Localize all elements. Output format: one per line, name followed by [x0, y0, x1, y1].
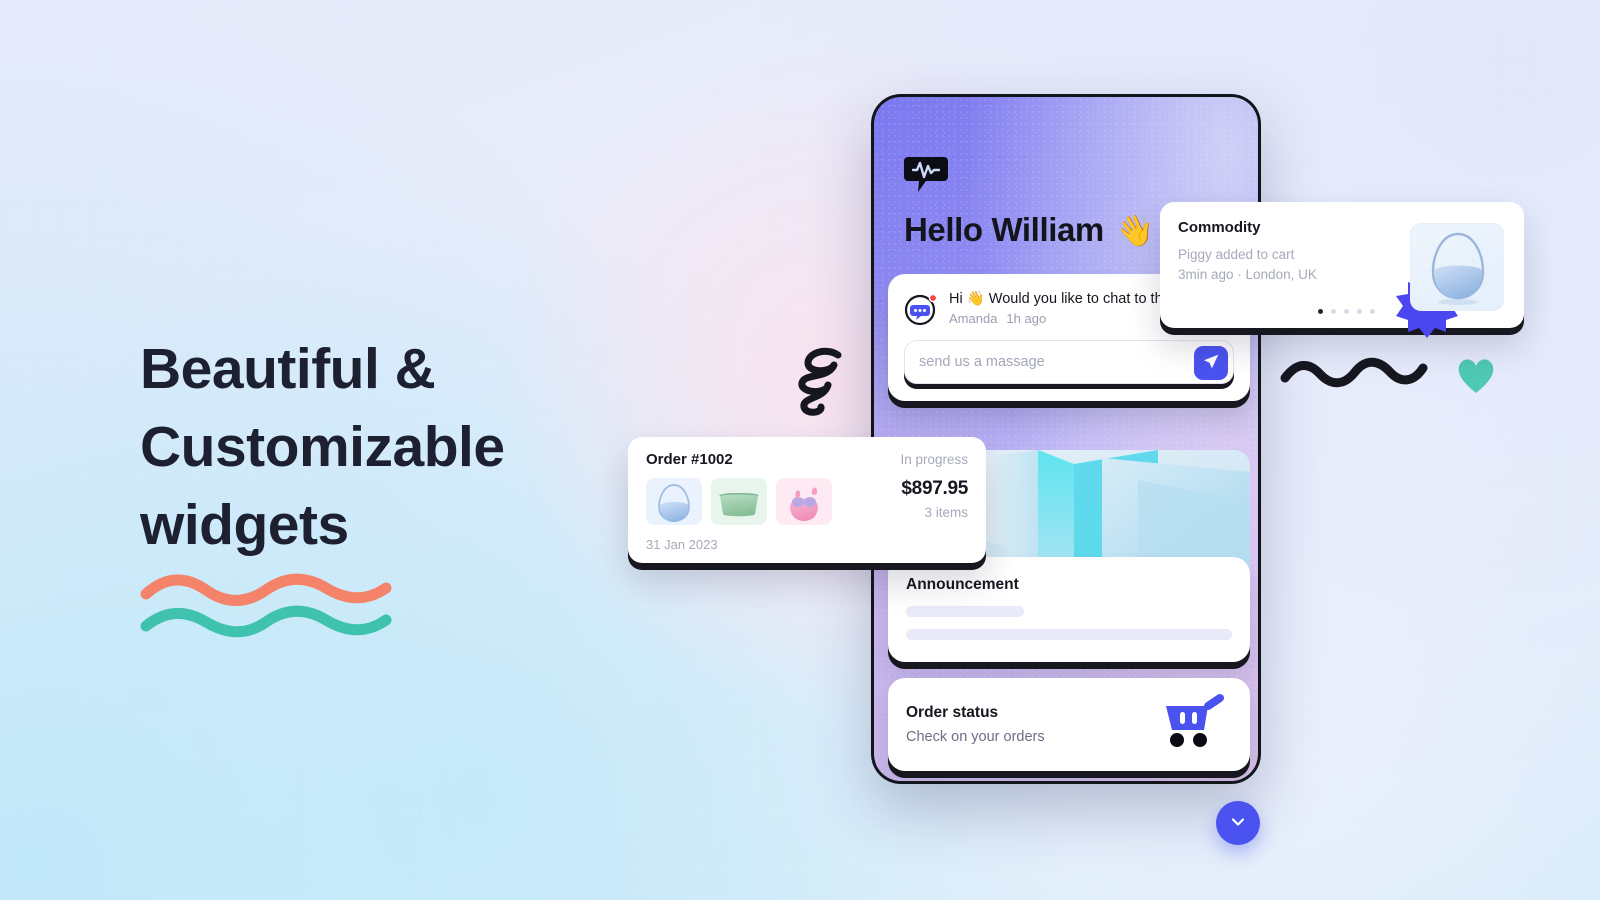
- send-paper-plane-icon: [1202, 353, 1220, 374]
- waving-hand-emoji-icon: 👋: [1115, 212, 1155, 248]
- order-item-count: 3 items: [924, 505, 968, 520]
- headline-line-2: Customizable: [140, 415, 505, 480]
- greeting-text: Hello William: [904, 211, 1104, 248]
- chat-timestamp: 1h ago: [1006, 311, 1047, 326]
- spiral-doodle-icon: [788, 341, 850, 421]
- hero-headline-block: Beautiful & Customizable widgets: [140, 330, 610, 638]
- announcement-widget-card[interactable]: Announcement: [888, 557, 1250, 662]
- headline-underline-decoration: [140, 568, 410, 638]
- pagination-dot[interactable]: [1331, 309, 1336, 314]
- heart-icon: [1455, 355, 1497, 397]
- green-belt-bag-thumbnail[interactable]: [711, 478, 767, 525]
- order-card-body: $897.95 3 items: [646, 478, 968, 525]
- chat-sender-name: Amanda: [949, 311, 998, 326]
- pagination-dot[interactable]: [1318, 309, 1323, 314]
- announcement-title: Announcement: [906, 576, 1019, 593]
- headline-line-1: Beautiful &: [140, 337, 436, 401]
- order-card-header: Order #1002 In progress: [646, 451, 968, 468]
- chat-message-input[interactable]: [905, 341, 1233, 383]
- blue-hobo-bag-thumbnail[interactable]: [646, 478, 702, 525]
- order-status-title: Order status: [906, 704, 999, 721]
- order-id-label: Order #1002: [646, 451, 733, 468]
- shopping-cart-icon: [1160, 694, 1232, 755]
- page-title: Beautiful & Customizable widgets: [140, 330, 610, 564]
- announcement-skeleton-line-1: [906, 606, 1024, 617]
- commodity-notification-card[interactable]: Commodity Piggy added to cart 3min ago ·…: [1160, 202, 1524, 338]
- order-amount-block: $897.95 3 items: [901, 478, 968, 520]
- pagination-dot[interactable]: [1344, 309, 1349, 314]
- order-status-subtitle: Check on your orders: [906, 729, 1045, 745]
- handbag-product-icon: [1410, 223, 1504, 311]
- chat-bubble-avatar-icon: [904, 292, 938, 326]
- commodity-pagination-dots[interactable]: [1318, 309, 1375, 314]
- pagination-dot[interactable]: [1357, 309, 1362, 314]
- pagination-dot[interactable]: [1370, 309, 1375, 314]
- chat-pulse-logo-icon: [904, 155, 1258, 193]
- wave-squiggle-icon: [1278, 356, 1430, 390]
- chat-toggle-fab-button[interactable]: [1216, 801, 1260, 845]
- announcement-skeleton-line-2: [906, 629, 1232, 640]
- pink-earbuds-thumbnail[interactable]: [776, 478, 832, 525]
- order-date: 31 Jan 2023: [646, 537, 718, 552]
- order-status-widget-card[interactable]: Order status Check on your orders: [888, 678, 1250, 771]
- order-status-text-block: Order status Check on your orders: [906, 704, 1045, 745]
- order-summary-card[interactable]: Order #1002 In progress $897.95 3 items …: [628, 437, 986, 563]
- chevron-down-icon: [1229, 813, 1247, 834]
- order-status-badge: In progress: [900, 452, 968, 467]
- order-total-amount: $897.95: [901, 478, 968, 499]
- send-message-button[interactable]: [1194, 346, 1228, 380]
- headline-line-3: widgets: [140, 493, 349, 558]
- chat-input-container: [904, 340, 1234, 384]
- order-thumbnail-list: [646, 478, 832, 525]
